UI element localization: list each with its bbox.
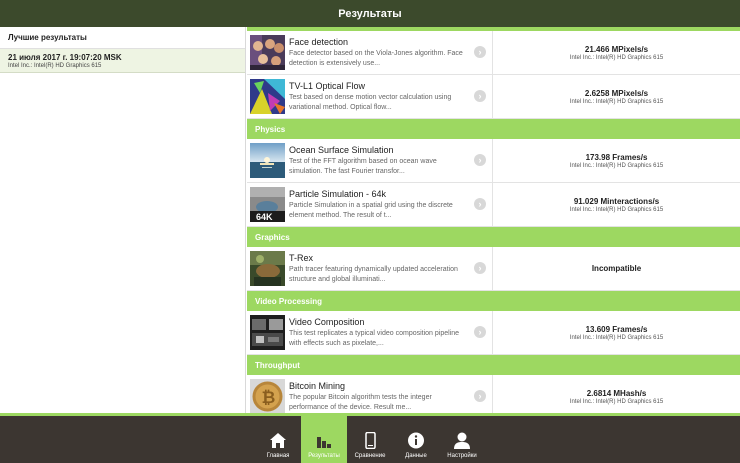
chevron-right-icon[interactable]: › [474,198,486,210]
test-row-ocean-surface[interactable]: Ocean Surface Simulation Test of the FFT… [247,139,740,183]
test-row-particle-simulation[interactable]: 64K Particle Simulation - 64k Particle S… [247,183,740,227]
test-description: Face detector based on the Viola-Jones a… [289,50,463,67]
test-row-t-rex[interactable]: T-Rex Path tracer featuring dynamically … [247,247,740,291]
sidebar: Лучшие результаты 21 июля 2017 г. 19:07:… [0,27,246,413]
tab-home[interactable]: Главная [255,416,301,463]
chevron-right-icon[interactable]: › [474,90,486,102]
section-header-physics: Physics [247,119,740,139]
video-composition-thumbnail [250,315,285,350]
section-header-graphics: Graphics [247,227,740,247]
tab-data[interactable]: Данные [393,416,439,463]
test-score: 2.6258 MPixels/s [584,88,649,98]
test-device: Intel Inc.: Intel(R) HD Graphics 615 [569,98,664,105]
phone-icon [365,432,376,449]
test-score: 13.609 Frames/s [585,324,648,334]
test-row-optical-flow[interactable]: TV-L1 Optical Flow Test based on dense m… [247,75,740,119]
user-icon [454,432,470,449]
tab-settings[interactable]: Настройки [439,416,485,463]
result-device: Intel Inc.: Intel(R) HD Graphics 615 [8,63,102,69]
thumb-label: 64K [256,212,273,222]
test-name: Bitcoin Mining [289,381,346,391]
tab-label: Главная [266,453,290,459]
test-name: Ocean Surface Simulation [289,145,394,155]
ocean-surface-thumbnail [250,143,285,178]
info-icon [408,432,424,449]
test-row-video-composition[interactable]: Video Composition This test replicates a… [247,311,740,355]
test-device: Intel Inc.: Intel(R) HD Graphics 615 [569,206,664,213]
page-title: Результаты [0,0,740,27]
test-row-face-detection[interactable]: Face detection Face detector based on th… [247,31,740,75]
chevron-right-icon[interactable]: › [474,390,486,402]
tab-label: Данные [405,453,427,459]
test-device: Intel Inc.: Intel(R) HD Graphics 615 [569,54,664,61]
test-row-bitcoin-mining[interactable]: ₿ Bitcoin Mining The popular Bitcoin alg… [247,375,740,413]
optical-flow-thumbnail [250,79,285,114]
tab-label: Сравнение [354,453,386,459]
sidebar-heading: Лучшие результаты [0,27,245,49]
test-description: Path tracer featuring dynamically update… [289,266,458,283]
section-header-throughput: Throughput [247,355,740,375]
test-description: Test based on dense motion vector calcul… [289,94,452,111]
test-name: Face detection [289,37,349,47]
chevron-right-icon[interactable]: › [474,46,486,58]
test-score: 21.466 MPixels/s [584,44,649,54]
chevron-right-icon[interactable]: › [474,154,486,166]
test-device: Intel Inc.: Intel(R) HD Graphics 615 [569,398,664,405]
test-description: Particle Simulation in a spatial grid us… [289,202,453,219]
test-score: Incompatible [591,264,642,273]
test-name: T-Rex [289,253,314,263]
test-description: Test of the FFT algorithm based on ocean… [289,158,437,175]
test-description: This test replicates a typical video com… [289,330,460,347]
tab-results[interactable]: Результаты [301,416,347,463]
test-name: TV-L1 Optical Flow [289,81,366,91]
test-device: Intel Inc.: Intel(R) HD Graphics 615 [569,334,664,341]
home-icon [270,433,286,448]
test-score: 2.6814 MHash/s [586,388,647,398]
test-name: Particle Simulation - 64k [289,189,387,199]
test-name: Video Composition [289,317,365,327]
particle-simulation-thumbnail: 64K [250,187,285,222]
chevron-right-icon[interactable]: › [474,262,486,274]
test-description: The popular Bitcoin algorithm tests the … [289,394,432,411]
svg-text:₿: ₿ [262,388,276,407]
tab-label: Настройки [447,453,477,459]
tab-compare[interactable]: Сравнение [347,416,393,463]
sidebar-result-item[interactable]: 21 июля 2017 г. 19:07:20 MSK Intel Inc.:… [0,49,245,73]
tab-label: Результаты [308,453,340,459]
result-date: 21 июля 2017 г. 19:07:20 MSK [8,53,122,62]
section-header-video-processing: Video Processing [247,291,740,311]
test-device: Intel Inc.: Intel(R) HD Graphics 615 [569,162,664,169]
bitcoin-mining-thumbnail: ₿ [250,379,285,413]
test-score: 173.98 Frames/s [585,152,648,162]
results-list: Face detection Face detector based on th… [247,27,740,413]
bottom-tab-bar: Главная Результаты Сравнение Данные Наст… [0,416,740,463]
bar-chart-icon [317,437,331,448]
test-score: 91.029 Minteractions/s [573,196,660,206]
t-rex-thumbnail [250,251,285,286]
face-detection-thumbnail [250,35,285,70]
chevron-right-icon[interactable]: › [474,326,486,338]
